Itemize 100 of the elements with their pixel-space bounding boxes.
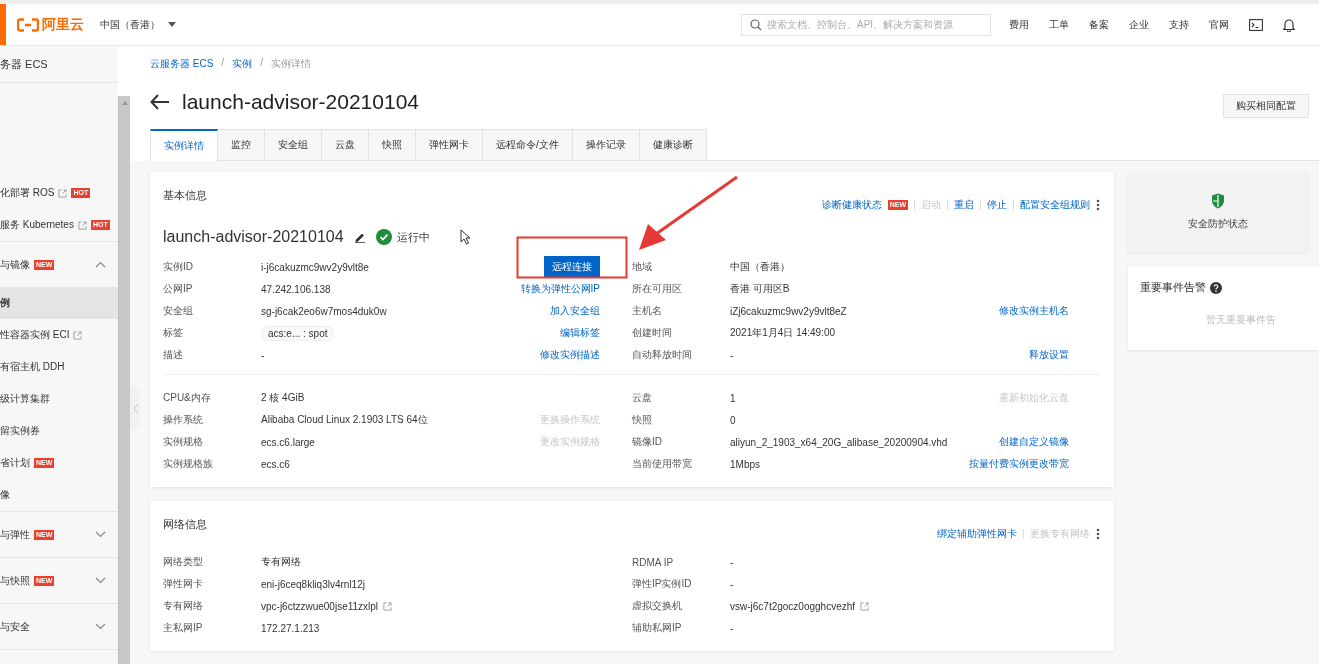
sidebar-item[interactable]: 留实例券 [0, 415, 118, 447]
field-label: RDMA IP [632, 556, 675, 568]
collapse-handle[interactable] [130, 386, 140, 430]
tag-chip: acs:e... : spot [261, 325, 335, 341]
field-value: aliyun_2_1903_x64_20G_alibase_20200904.vhd [730, 436, 948, 448]
field-label: 实例ID [163, 260, 194, 274]
field-value: 172.27.1.213 [261, 622, 320, 634]
connect-button[interactable]: 远程连接 [544, 256, 600, 278]
tab[interactable]: 弹性网卡 [416, 129, 483, 160]
sidebar-item[interactable]: 像 [0, 479, 118, 511]
more-icon[interactable] [1096, 199, 1100, 211]
field-label: 实例规格 [163, 435, 204, 449]
breadcrumb-separator: / [260, 57, 263, 70]
caret-icon [168, 22, 176, 27]
field-label: 创建时间 [632, 326, 673, 340]
field-value: 1 [730, 392, 736, 404]
tab[interactable]: 远程命令/文件 [483, 129, 573, 160]
external-link-icon[interactable] [73, 330, 83, 340]
field-label: 弹性IP实例ID [632, 577, 693, 591]
field-value: iZj6cakuzmc9wv2y9vlt8eZ [730, 305, 847, 317]
action-link[interactable]: 配置安全组规则 [1020, 198, 1090, 212]
sidebar-item[interactable]: 例 [0, 287, 118, 319]
nav-link[interactable]: 官网 [1209, 17, 1229, 32]
external-link-icon[interactable] [77, 220, 87, 230]
sidebar-item[interactable]: 级计算集群 [0, 383, 118, 415]
field-label: 安全组 [163, 304, 194, 318]
action-link[interactable]: 诊断健康状态 [821, 198, 882, 212]
action-link[interactable]: 创建自定义镜像 [999, 435, 1069, 449]
field-label: 实例规格族 [163, 457, 214, 471]
nav-link[interactable]: 企业 [1129, 17, 1149, 32]
field-value: vpc-j6ctzzwue00jse11zxlpl [261, 600, 379, 612]
nav-link[interactable]: 费用 [1009, 17, 1029, 32]
field-label: 镜像ID [632, 435, 663, 449]
action-link[interactable]: 绑定辅助弹性网卡 [937, 527, 1017, 541]
action-link[interactable]: 停止 [987, 198, 1007, 212]
nav-link[interactable]: 备案 [1089, 17, 1109, 32]
field-label: 专有网络 [163, 599, 204, 613]
field-value: ecs.c6.large [261, 436, 315, 448]
action-link[interactable]: 编辑标签 [560, 326, 600, 340]
external-link-icon[interactable] [383, 601, 393, 611]
action-link[interactable]: 转换为弹性公网IP [520, 282, 600, 296]
help-icon[interactable] [1210, 281, 1222, 294]
field-label: 主机名 [632, 304, 663, 318]
region-selector[interactable]: 中国（香港） [100, 17, 176, 32]
action-link[interactable]: 修改实例描述 [540, 348, 600, 362]
card-title: 基本信息 [163, 188, 207, 203]
tab[interactable]: 健康诊断 [639, 129, 707, 160]
chevron-down-icon [95, 577, 106, 584]
field-value: 专有网络 [261, 555, 301, 569]
field-label: 主私网IP [163, 621, 204, 635]
action-link[interactable]: 按量付费实例更改带宽 [969, 457, 1069, 471]
chevron-left-icon [132, 403, 138, 413]
field-label: 弹性网卡 [163, 577, 204, 591]
scrollbar[interactable] [118, 96, 130, 664]
field-label: 虚拟交换机 [632, 599, 683, 613]
terminal-icon[interactable] [1249, 18, 1263, 31]
logo-icon [17, 17, 39, 32]
field-value: 香港 可用区B [730, 282, 790, 296]
nav-link[interactable]: 工单 [1049, 17, 1069, 32]
tab[interactable]: 监控 [218, 129, 265, 160]
action-link[interactable]: 释放设置 [1029, 348, 1069, 362]
field-label: CPU&内存 [163, 391, 212, 405]
breadcrumb-link[interactable]: 实例 [232, 57, 253, 71]
security-card[interactable]: 安全防护状态 [1128, 172, 1308, 252]
breadcrumb-link[interactable]: 云服务器 ECS [150, 57, 214, 71]
action-link[interactable]: 重启 [954, 198, 974, 212]
breadcrumb-current: 实例详情 [270, 57, 311, 71]
field-label: 网络类型 [163, 555, 204, 569]
back-arrow-icon[interactable] [150, 94, 170, 110]
bell-icon[interactable] [1283, 17, 1295, 32]
field-value: vsw-j6c7t2gocz0ogghcvezhf [730, 600, 856, 612]
tab[interactable]: 快照 [369, 129, 416, 160]
external-link-icon[interactable] [860, 601, 870, 611]
action-link[interactable]: 修改实例主机名 [999, 304, 1069, 318]
tab[interactable]: 操作记录 [572, 129, 640, 160]
status-text: 运行中 [396, 229, 430, 245]
field-label: 描述 [163, 348, 184, 362]
tab[interactable]: 安全组 [265, 129, 322, 160]
external-link-icon[interactable] [58, 188, 68, 198]
sidebar-item[interactable]: 性容器实例 ECI [0, 319, 118, 351]
card-title: 重要事件告警 [1140, 280, 1206, 295]
scroll-up-icon[interactable] [121, 101, 128, 105]
field-value: - [730, 578, 734, 590]
field-value: - [261, 349, 265, 361]
instance-name: launch-advisor-20210104 [163, 228, 344, 246]
sidebar-item[interactable]: 有宿主机 DDH [0, 351, 118, 383]
field-label: 标签 [163, 326, 184, 340]
nav-link[interactable]: 支持 [1169, 17, 1189, 32]
tab[interactable]: 实例详情 [150, 129, 218, 161]
buy-same-config-button[interactable]: 购买相同配置 [1223, 94, 1309, 118]
breadcrumb-separator: / [221, 57, 225, 70]
edit-icon[interactable] [353, 231, 366, 243]
search-field[interactable]: 搜索文档、控制台、API、解决方案和资源 [741, 13, 991, 36]
field-value: - [730, 622, 734, 634]
field-label: 云盘 [632, 391, 653, 405]
more-icon[interactable] [1096, 528, 1100, 540]
shield-icon [1211, 193, 1225, 209]
tab[interactable]: 云盘 [322, 129, 369, 160]
field-value: ecs.c6 [261, 458, 290, 470]
action-link[interactable]: 加入安全组 [550, 304, 600, 318]
